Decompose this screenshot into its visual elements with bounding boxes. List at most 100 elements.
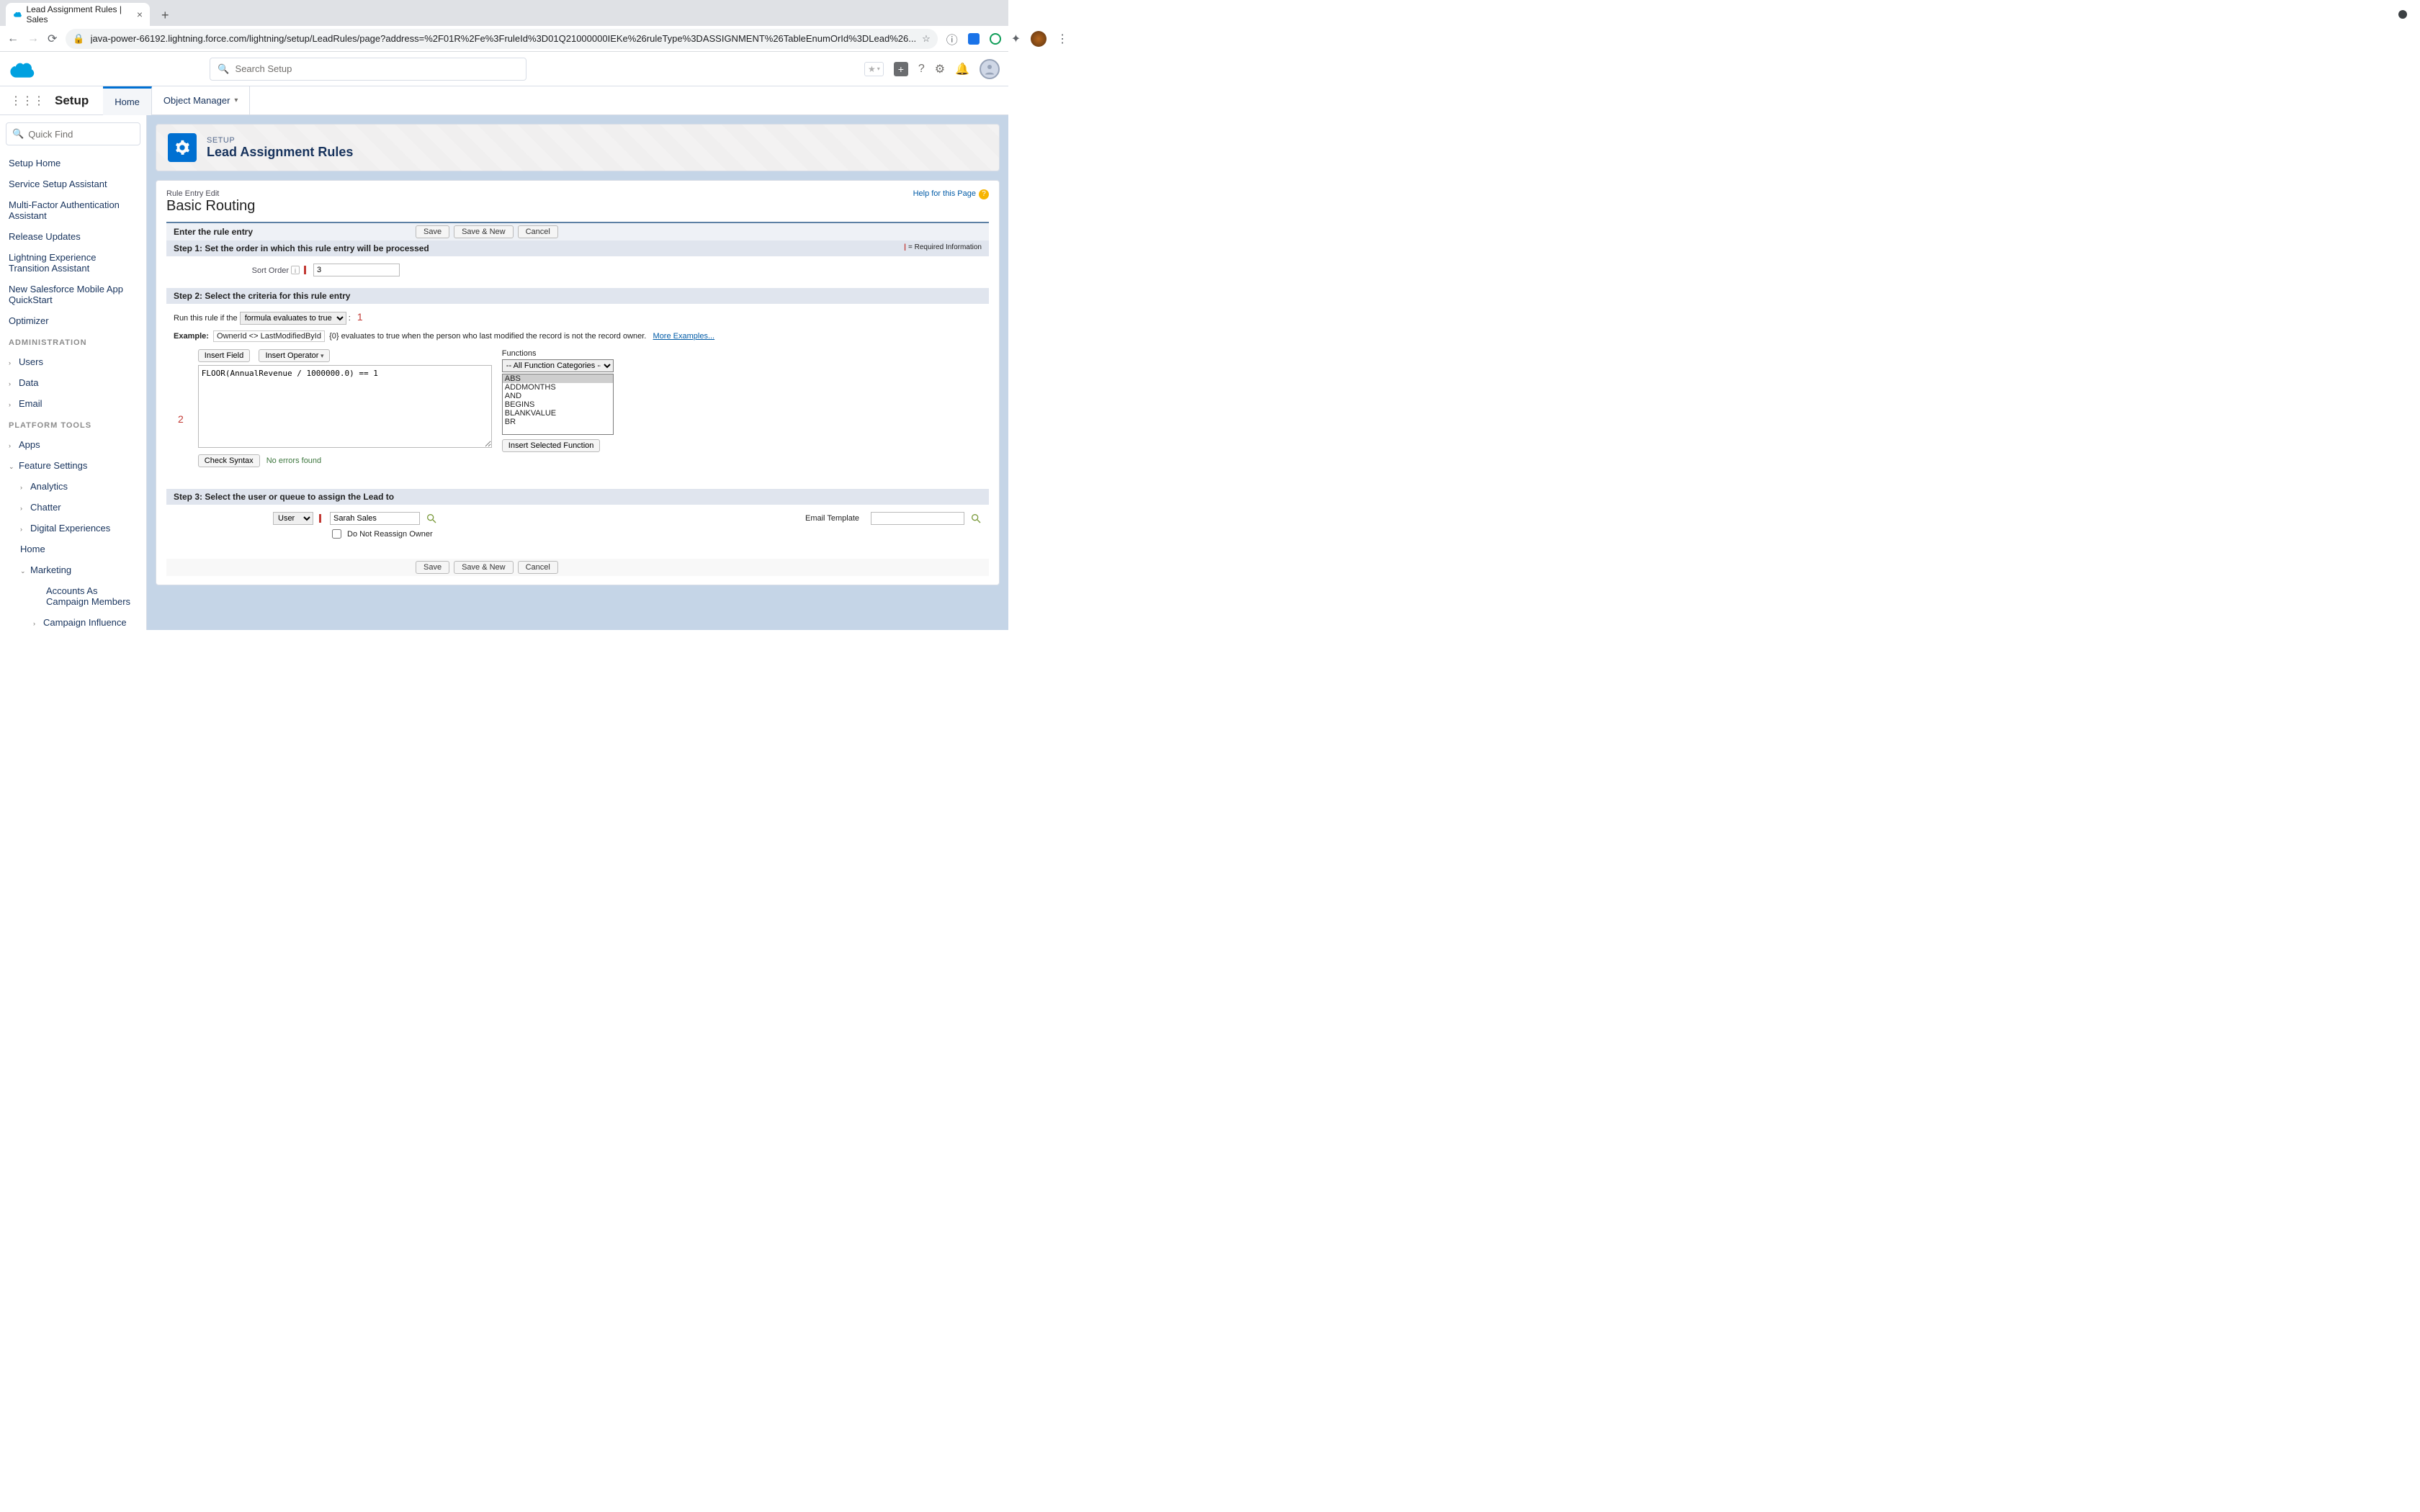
content-area: SETUP Lead Assignment Rules Help for thi… <box>147 115 1008 630</box>
sidebar-item-service-setup[interactable]: Service Setup Assistant <box>6 174 140 194</box>
sidebar-item-release-updates[interactable]: Release Updates <box>6 226 140 247</box>
criteria-type-select[interactable]: formula evaluates to true <box>240 312 346 325</box>
function-option-begins[interactable]: BEGINS <box>503 400 613 409</box>
sidebar-item-accounts-campaign[interactable]: Accounts As Campaign Members <box>6 580 140 612</box>
extension-icon-2[interactable] <box>990 33 1001 45</box>
sidebar-item-mobile-quickstart[interactable]: New Salesforce Mobile App QuickStart <box>6 279 140 310</box>
help-icon: ? <box>979 189 989 199</box>
save-button-bottom[interactable]: Save <box>416 561 449 574</box>
sidebar-section-admin: ADMINISTRATION <box>6 331 140 351</box>
annotation-1: 1 <box>357 311 363 323</box>
example-formula: OwnerId <> LastModifiedById <box>213 330 325 342</box>
browser-tab[interactable]: Lead Assignment Rules | Sales × <box>6 3 150 26</box>
back-icon[interactable]: ← <box>7 32 19 45</box>
close-icon[interactable]: × <box>137 9 143 20</box>
step2-header: Step 2: Select the criteria for this rul… <box>166 288 989 304</box>
global-actions-button[interactable]: + <box>894 62 908 76</box>
page-header: SETUP Lead Assignment Rules <box>156 124 1000 171</box>
url-text: java-power-66192.lightning.force.com/lig… <box>91 33 916 44</box>
gear-icon <box>168 133 197 162</box>
page-eyebrow: SETUP <box>207 136 353 145</box>
insert-selected-function-button[interactable]: Insert Selected Function <box>502 439 601 452</box>
more-examples-link[interactable]: More Examples... <box>653 332 715 341</box>
profile-avatar[interactable] <box>1031 31 1047 47</box>
functions-label: Functions <box>502 349 614 358</box>
menu-icon[interactable]: ⋮ <box>1057 32 1068 46</box>
lock-icon: 🔒 <box>73 33 84 45</box>
notifications-icon[interactable]: 🔔 <box>955 62 969 76</box>
sidebar-item-setup-home[interactable]: Setup Home <box>6 153 140 174</box>
sidebar-item-analytics[interactable]: ›Analytics <box>6 476 140 497</box>
lookup-icon[interactable] <box>970 513 982 524</box>
sidebar-item-home[interactable]: Home <box>6 539 140 559</box>
salesforce-logo[interactable] <box>9 59 37 79</box>
function-option-and[interactable]: AND <box>503 392 613 400</box>
sidebar-item-chatter[interactable]: ›Chatter <box>6 497 140 518</box>
example-label: Example: <box>174 332 209 341</box>
reload-icon[interactable]: ⟳ <box>48 32 57 46</box>
sidebar-item-marketing[interactable]: ⌄Marketing <box>6 559 140 580</box>
new-tab-button[interactable]: + <box>156 5 175 26</box>
app-launcher-icon[interactable]: ⋮⋮⋮ <box>10 94 45 108</box>
cancel-button[interactable]: Cancel <box>518 225 558 238</box>
gear-icon[interactable]: ⚙ <box>935 62 945 76</box>
do-not-reassign-label: Do Not Reassign Owner <box>347 530 433 539</box>
global-search[interactable]: 🔍 Search Setup <box>210 58 526 81</box>
extension-icon-1[interactable] <box>968 33 980 45</box>
address-bar[interactable]: 🔒 java-power-66192.lightning.force.com/l… <box>66 29 937 49</box>
chevron-down-icon: ▾ <box>234 96 238 104</box>
function-option-addmonths[interactable]: ADDMONTHS <box>503 383 613 392</box>
info-icon[interactable]: ⓘ <box>946 30 958 48</box>
rule-entry-panel: Help for this Page? Rule Entry Edit Basi… <box>156 180 1000 585</box>
tab-home[interactable]: Home <box>103 86 152 115</box>
sidebar-item-data[interactable]: ›Data <box>6 372 140 393</box>
function-option-abs[interactable]: ABS <box>503 374 613 383</box>
save-new-button-bottom[interactable]: Save & New <box>454 561 514 574</box>
sort-order-input[interactable] <box>313 264 400 276</box>
assignee-type-select[interactable]: User <box>273 512 313 525</box>
page-title: Lead Assignment Rules <box>207 145 353 160</box>
sidebar-item-apps[interactable]: ›Apps <box>6 434 140 455</box>
sidebar-item-optimizer[interactable]: Optimizer <box>6 310 140 331</box>
search-placeholder: Search Setup <box>236 63 292 74</box>
extensions-puzzle-icon[interactable]: ✦ <box>1011 32 1021 46</box>
sidebar-item-lex-transition[interactable]: Lightning Experience Transition Assistan… <box>6 247 140 279</box>
assignee-input[interactable] <box>330 512 420 525</box>
save-new-button[interactable]: Save & New <box>454 225 514 238</box>
sidebar-item-digital-experiences[interactable]: ›Digital Experiences <box>6 518 140 539</box>
function-option-br[interactable]: BR <box>503 418 613 426</box>
sidebar-item-email[interactable]: ›Email <box>6 393 140 414</box>
favorites-button[interactable]: ★▾ <box>864 62 884 76</box>
sidebar-item-mfa-assistant[interactable]: Multi-Factor Authentication Assistant <box>6 194 140 226</box>
help-link[interactable]: Help for this Page? <box>913 189 989 199</box>
info-icon[interactable]: i <box>291 266 300 274</box>
help-icon[interactable]: ? <box>918 63 925 76</box>
lookup-icon[interactable] <box>426 513 437 524</box>
check-syntax-button[interactable]: Check Syntax <box>198 454 260 467</box>
function-category-select[interactable]: -- All Function Categories -- <box>502 359 614 372</box>
star-icon[interactable]: ☆ <box>922 33 931 45</box>
annotation-2: 2 <box>178 413 184 425</box>
sidebar-item-feature-settings[interactable]: ⌄Feature Settings <box>6 455 140 476</box>
function-option-blankvalue[interactable]: BLANKVALUE <box>503 409 613 418</box>
insert-field-button[interactable]: Insert Field <box>198 349 250 362</box>
save-button[interactable]: Save <box>416 225 449 238</box>
sidebar-item-users[interactable]: ›Users <box>6 351 140 372</box>
insert-operator-button[interactable]: Insert Operator <box>259 349 330 362</box>
required-marker <box>319 514 321 523</box>
formula-textarea[interactable]: FLOOR(AnnualRevenue / 1000000.0) == 1 <box>198 365 492 448</box>
window-control[interactable] <box>2398 10 2407 19</box>
example-text: {0} evaluates to true when the person wh… <box>329 332 646 341</box>
search-icon: 🔍 <box>12 128 24 140</box>
step1-header: Step 1: Set the order in which this rule… <box>166 240 989 256</box>
sidebar-item-campaign-influence[interactable]: ›Campaign Influence <box>6 612 140 630</box>
functions-list[interactable]: ABS ADDMONTHS AND BEGINS BLANKVALUE BR <box>502 374 614 435</box>
do-not-reassign-checkbox[interactable] <box>332 529 341 539</box>
forward-icon: → <box>27 32 39 45</box>
cancel-button-bottom[interactable]: Cancel <box>518 561 558 574</box>
tab-object-manager[interactable]: Object Manager ▾ <box>152 86 251 115</box>
quick-find-input[interactable]: 🔍 Quick Find <box>6 122 140 145</box>
email-template-input[interactable] <box>871 512 964 525</box>
user-avatar[interactable] <box>980 59 1000 79</box>
rule-title: Basic Routing <box>166 198 989 215</box>
